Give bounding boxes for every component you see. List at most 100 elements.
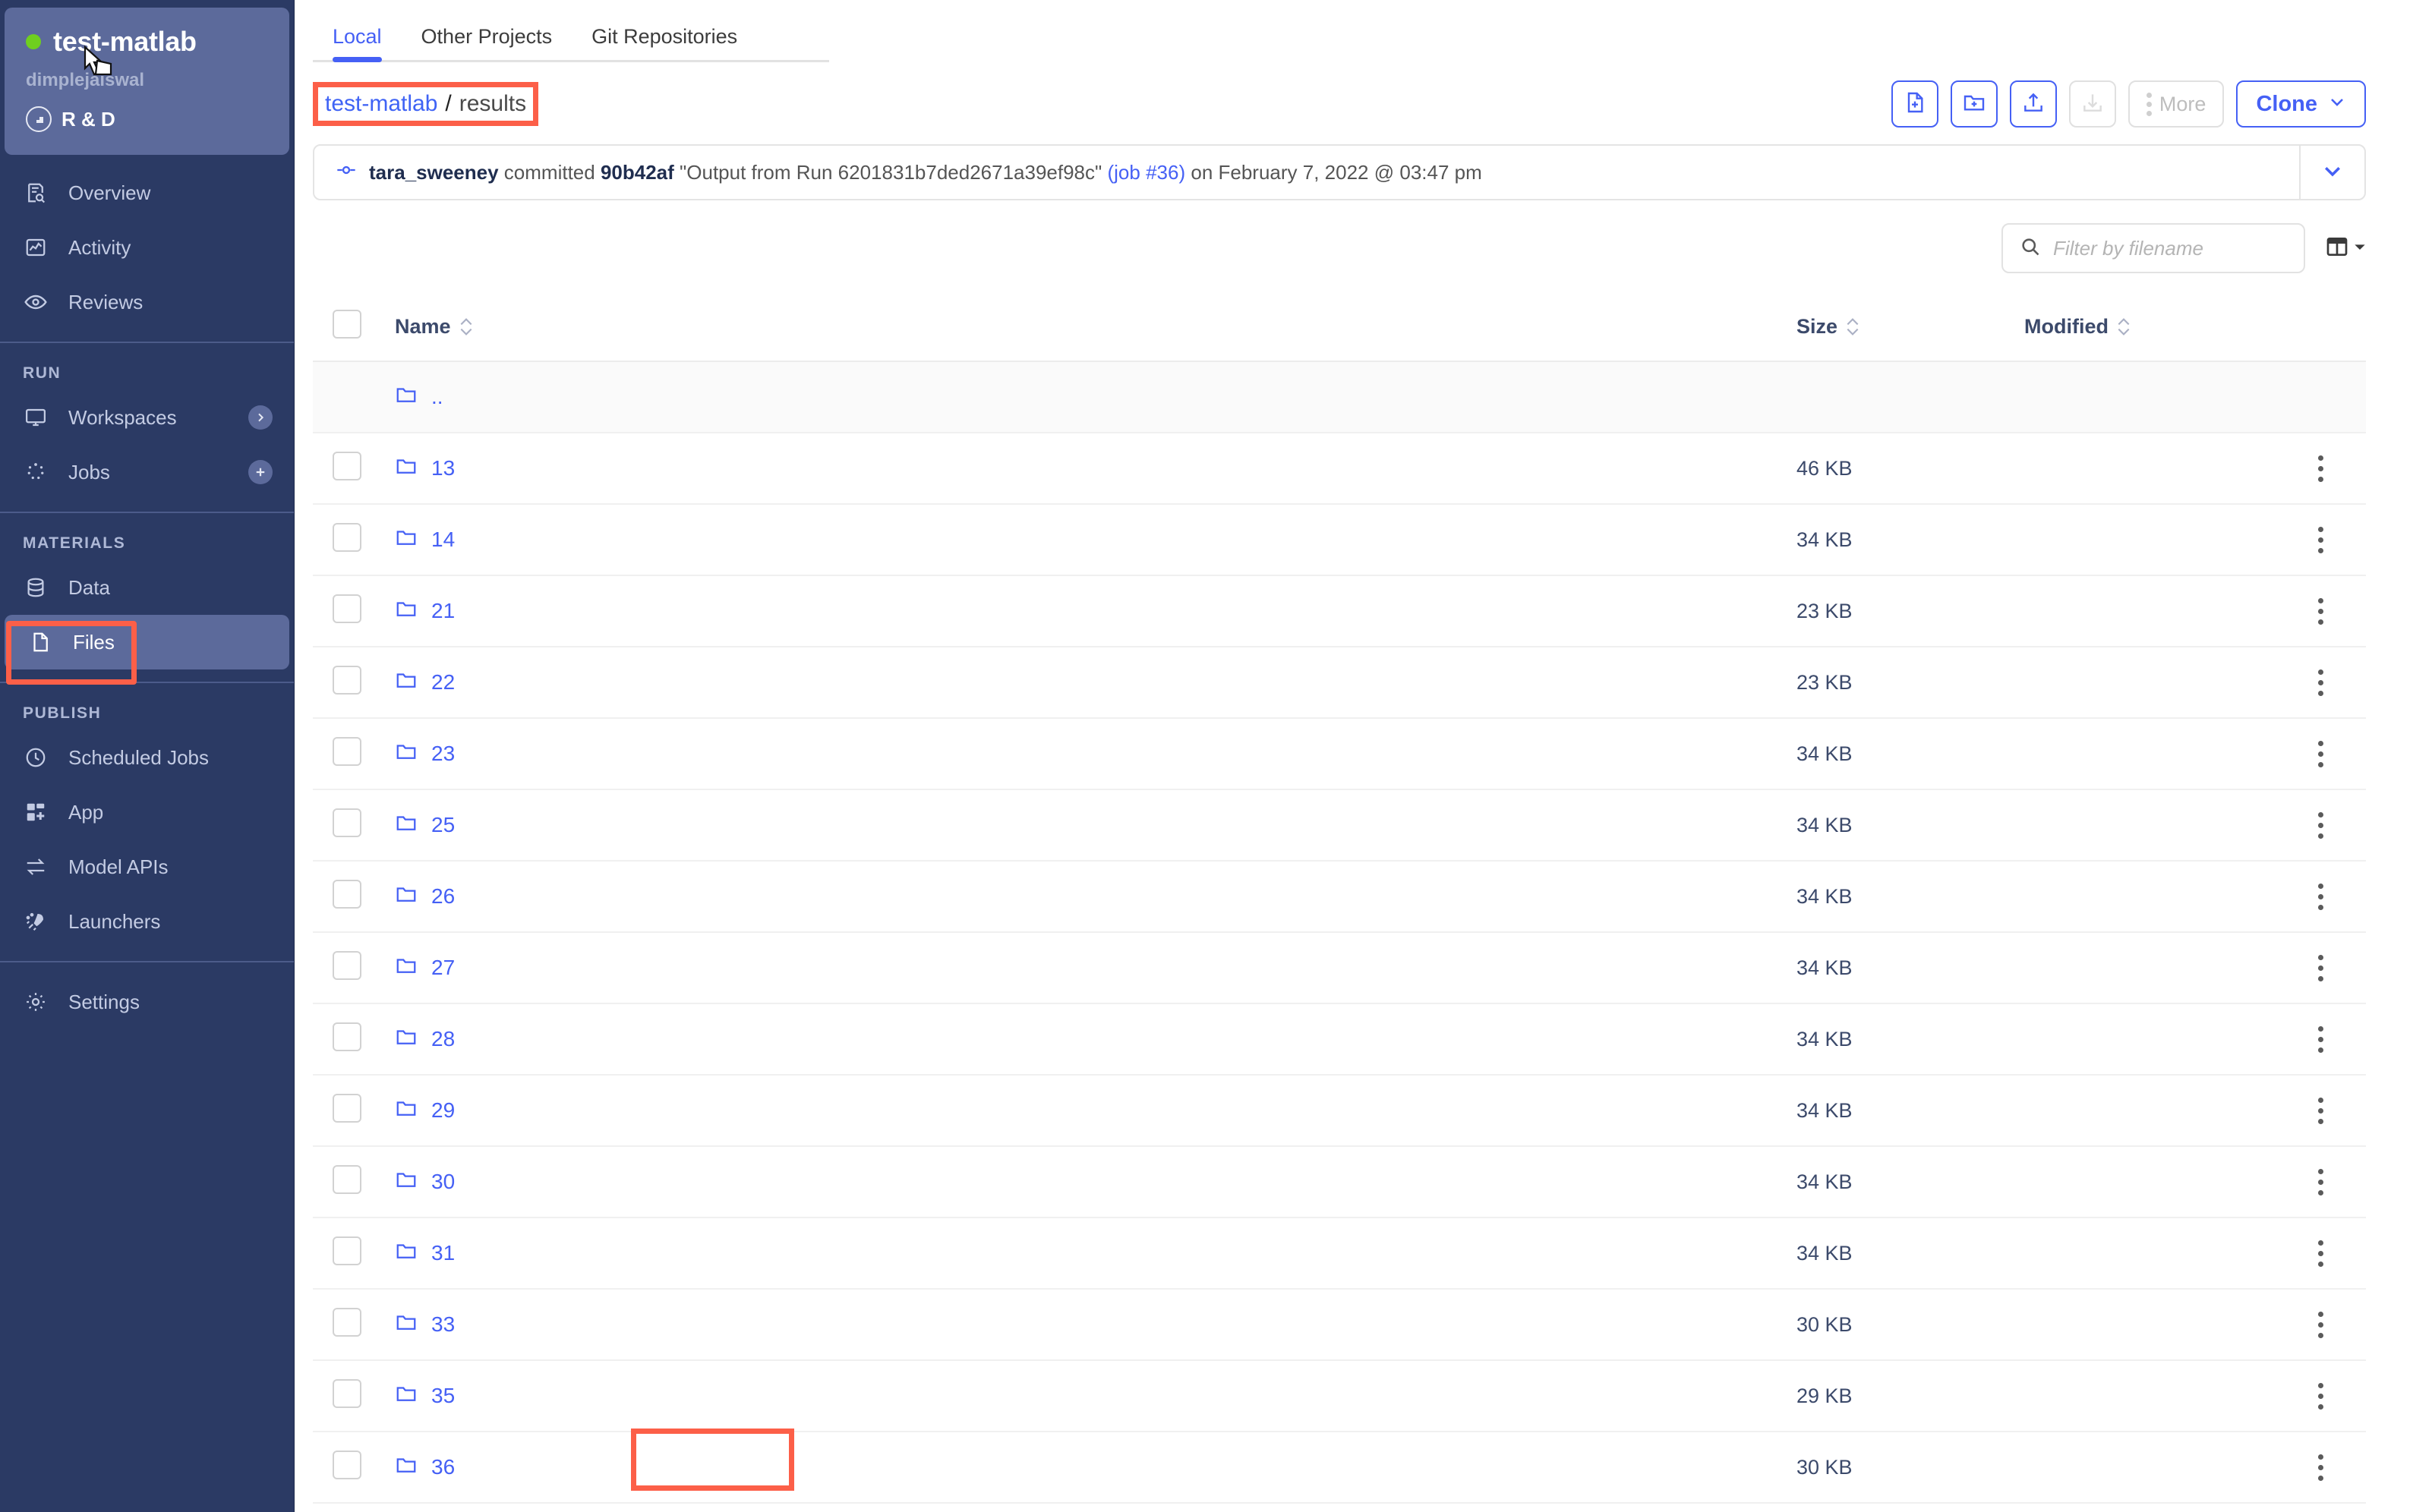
kebab-icon[interactable] [2275, 740, 2366, 767]
folder-link[interactable]: 21 [431, 599, 455, 623]
sidebar-item-reviews[interactable]: Reviews [0, 275, 294, 329]
column-header-modified[interactable]: Modified [2024, 293, 2275, 362]
folder-link[interactable]: 35 [431, 1384, 455, 1408]
sidebar-item-app[interactable]: App [0, 785, 294, 839]
row-checkbox[interactable] [333, 1236, 361, 1265]
sort-icon[interactable] [2118, 318, 2130, 335]
row-checkbox[interactable] [333, 1093, 361, 1123]
table-row[interactable]: 33 30 KB [313, 1289, 2366, 1361]
breadcrumb-root-link[interactable]: test-matlab [325, 91, 437, 116]
folder-link[interactable]: 13 [431, 456, 455, 480]
kebab-icon[interactable] [2275, 811, 2366, 839]
kebab-icon[interactable] [2275, 1097, 2366, 1124]
chevron-right-badge[interactable] [248, 405, 273, 430]
row-checkbox[interactable] [333, 879, 361, 909]
table-row[interactable]: 25 34 KB [313, 789, 2366, 862]
kebab-icon[interactable] [2275, 954, 2366, 981]
table-row[interactable]: 27 34 KB [313, 932, 2366, 1004]
row-checkbox[interactable] [333, 1378, 361, 1408]
folder-link[interactable]: 22 [431, 670, 455, 695]
sidebar-item-overview[interactable]: Overview [0, 165, 294, 220]
commit-bar[interactable]: tara_sweeney committed 90b42af "Output f… [313, 144, 2366, 200]
tab-other-projects[interactable]: Other Projects [402, 25, 572, 62]
commit-author[interactable]: tara_sweeney [369, 161, 499, 184]
row-checkbox[interactable] [333, 1450, 361, 1479]
row-checkbox[interactable] [333, 1022, 361, 1051]
tab-git-repositories[interactable]: Git Repositories [572, 25, 757, 62]
row-checkbox[interactable] [333, 665, 361, 695]
table-row[interactable]: 31 34 KB [313, 1217, 2366, 1290]
table-row[interactable]: 28 34 KB [313, 1003, 2366, 1076]
folder-link[interactable]: .. [431, 385, 443, 409]
table-row[interactable]: 22 23 KB [313, 647, 2366, 719]
row-checkbox[interactable] [333, 736, 361, 766]
kebab-icon[interactable] [2275, 1025, 2366, 1053]
table-row[interactable]: 23 34 KB [313, 718, 2366, 790]
row-checkbox[interactable] [333, 1164, 361, 1194]
kebab-icon[interactable] [2275, 597, 2366, 625]
sidebar-item-workspaces[interactable]: Workspaces [0, 390, 294, 445]
sidebar-item-model-apis[interactable]: Model APIs [0, 839, 294, 894]
table-row[interactable]: 30 34 KB [313, 1146, 2366, 1218]
kebab-icon[interactable] [2275, 455, 2366, 482]
folder-link[interactable]: 33 [431, 1312, 455, 1337]
more-button[interactable]: More [2128, 80, 2225, 128]
commit-job-link[interactable]: (job #36) [1108, 161, 1186, 184]
plus-badge[interactable] [248, 460, 273, 484]
select-all-checkbox[interactable] [333, 310, 361, 339]
download-button[interactable] [2068, 80, 2116, 128]
table-row[interactable]: 14 34 KB [313, 504, 2366, 576]
search-box[interactable] [2001, 223, 2305, 273]
table-row[interactable]: 29 34 KB [313, 1075, 2366, 1147]
row-checkbox[interactable] [333, 451, 361, 480]
folder-link[interactable]: 26 [431, 884, 455, 909]
new-folder-button[interactable] [1950, 80, 1998, 128]
kebab-icon[interactable] [2275, 1240, 2366, 1267]
tab-local[interactable]: Local [313, 25, 402, 62]
kebab-icon[interactable] [2275, 883, 2366, 910]
sidebar-item-data[interactable]: Data [0, 560, 294, 615]
folder-link[interactable]: 27 [431, 956, 455, 980]
sidebar-item-launchers[interactable]: Launchers [0, 894, 294, 949]
upload-button[interactable] [2009, 80, 2057, 128]
sidebar-item-activity[interactable]: Activity [0, 220, 294, 275]
project-card[interactable]: test-matlab dimplejaiswal R & D [5, 8, 289, 155]
kebab-icon[interactable] [2275, 1454, 2366, 1481]
row-checkbox[interactable] [333, 522, 361, 552]
row-checkbox[interactable] [333, 950, 361, 980]
folder-link[interactable]: 31 [431, 1241, 455, 1265]
folder-link[interactable]: 29 [431, 1098, 455, 1123]
kebab-icon[interactable] [2275, 526, 2366, 553]
sort-icon[interactable] [460, 318, 472, 335]
column-header-size[interactable]: Size [1796, 293, 2024, 362]
row-checkbox[interactable] [333, 594, 361, 623]
kebab-icon[interactable] [2275, 1168, 2366, 1195]
commit-expand-button[interactable] [2299, 146, 2364, 199]
sidebar-item-settings[interactable]: Settings [0, 975, 294, 1029]
sidebar-item-jobs[interactable]: Jobs [0, 445, 294, 499]
table-row[interactable]: 35 29 KB [313, 1360, 2366, 1432]
folder-link[interactable]: 30 [431, 1170, 455, 1194]
sidebar-item-files[interactable]: Files [5, 615, 289, 669]
column-header-name[interactable]: Name [395, 293, 1796, 362]
clone-button[interactable]: Clone [2236, 80, 2366, 128]
table-row[interactable]: 26 34 KB [313, 861, 2366, 933]
table-row-parent-dir[interactable]: .. [313, 361, 2366, 433]
kebab-icon[interactable] [2275, 669, 2366, 696]
folder-link[interactable]: 36 [431, 1455, 455, 1479]
folder-link[interactable]: 25 [431, 813, 455, 837]
table-row[interactable]: 36 30 KB [313, 1432, 2366, 1504]
folder-link[interactable]: 14 [431, 528, 455, 552]
new-file-button[interactable] [1891, 80, 1938, 128]
table-row[interactable]: 21 23 KB [313, 575, 2366, 647]
search-input[interactable] [2053, 236, 2287, 260]
row-checkbox[interactable] [333, 1307, 361, 1337]
folder-link[interactable]: 23 [431, 742, 455, 766]
column-settings-button[interactable] [2325, 235, 2366, 263]
kebab-icon[interactable] [2275, 1311, 2366, 1338]
folder-link[interactable]: 28 [431, 1027, 455, 1051]
table-row[interactable]: 13 46 KB [313, 433, 2366, 505]
kebab-icon[interactable] [2275, 1382, 2366, 1410]
row-checkbox[interactable] [333, 808, 361, 837]
sidebar-item-scheduled-jobs[interactable]: Scheduled Jobs [0, 730, 294, 785]
